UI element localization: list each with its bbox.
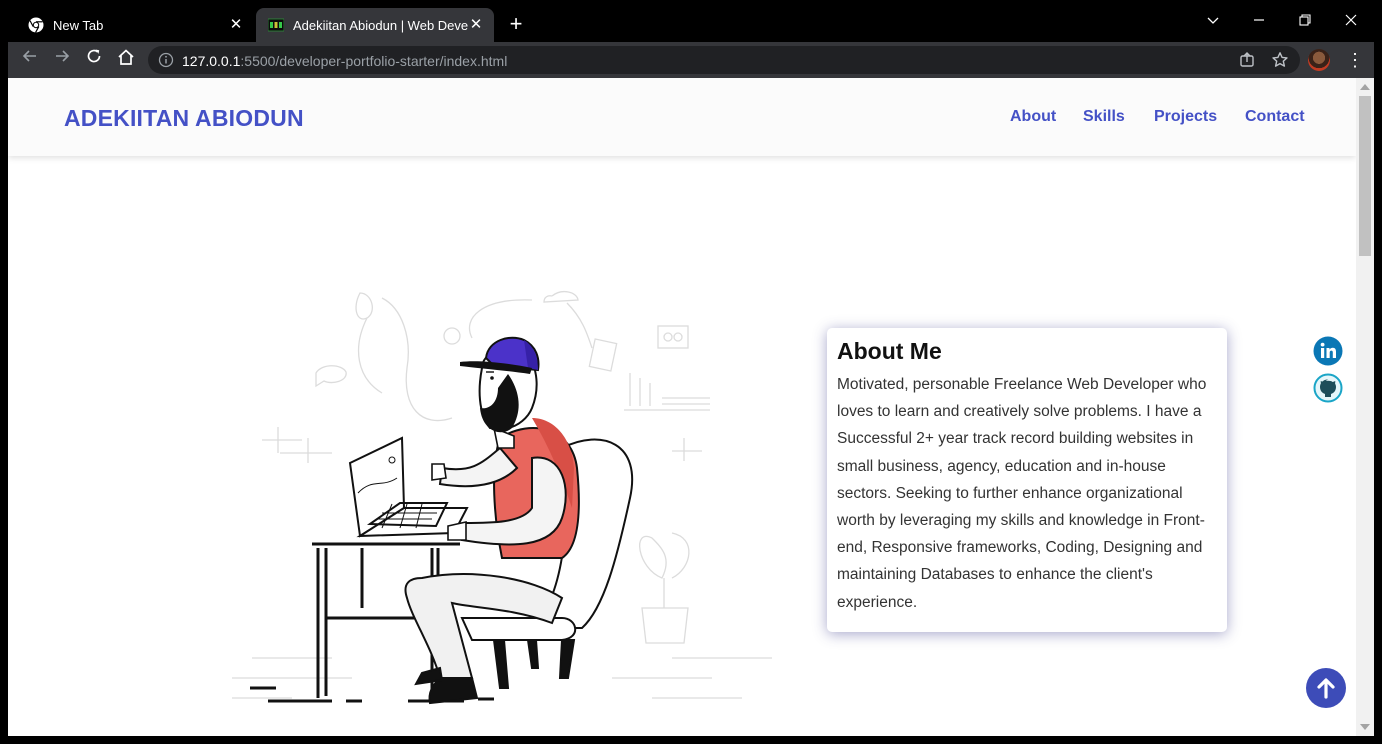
- back-to-top-button[interactable]: [1306, 668, 1346, 708]
- url-path: :5500/developer-portfolio-starter/index.…: [240, 53, 508, 69]
- nav-about[interactable]: About: [1010, 108, 1056, 126]
- browser-titlebar: New Tab ✕ Adekiitan Abiodun | Web Develo…: [0, 0, 1382, 42]
- site-header: ADEKIITAN ABIODUN About Skills Projects …: [8, 78, 1356, 156]
- url-text: 127.0.0.1:5500/developer-portfolio-start…: [182, 53, 507, 69]
- reload-icon[interactable]: [82, 48, 106, 72]
- menu-kebab-icon[interactable]: ⋮: [1346, 48, 1364, 72]
- profile-avatar[interactable]: [1308, 49, 1330, 71]
- chrome-icon: [28, 17, 44, 33]
- forward-icon[interactable]: [50, 48, 74, 72]
- bookmark-star-icon[interactable]: [1271, 51, 1289, 69]
- site-logo[interactable]: ADEKIITAN ABIODUN: [64, 105, 304, 132]
- tab-portfolio[interactable]: Adekiitan Abiodun | Web Develop ✕: [256, 8, 494, 42]
- url-host: 127.0.0.1: [182, 53, 241, 69]
- github-icon[interactable]: [1313, 373, 1343, 403]
- home-icon[interactable]: [114, 48, 138, 72]
- about-card: About Me Motivated, personable Freelance…: [827, 328, 1227, 632]
- new-tab-button[interactable]: +: [506, 13, 526, 35]
- info-icon[interactable]: [158, 52, 174, 68]
- scroll-down-icon[interactable]: [1360, 724, 1370, 730]
- minimize-icon[interactable]: [1247, 10, 1271, 34]
- linkedin-icon[interactable]: [1313, 336, 1343, 366]
- nav-contact[interactable]: Contact: [1245, 108, 1305, 126]
- nav-projects[interactable]: Projects: [1154, 108, 1217, 126]
- address-bar[interactable]: 127.0.0.1:5500/developer-portfolio-start…: [148, 46, 1300, 74]
- window-frame: [1374, 42, 1382, 744]
- close-icon[interactable]: ✕: [228, 17, 244, 33]
- scroll-up-icon[interactable]: [1360, 84, 1370, 90]
- restore-icon[interactable]: [1293, 10, 1317, 34]
- arrow-up-icon: [1317, 678, 1335, 699]
- share-icon[interactable]: [1238, 51, 1256, 69]
- site-favicon: [268, 18, 284, 32]
- window-close-icon[interactable]: [1339, 10, 1363, 34]
- tab-title: New Tab: [53, 17, 104, 33]
- about-heading: About Me: [837, 338, 942, 364]
- page-scrollbar[interactable]: [1356, 78, 1374, 736]
- tab-search-icon[interactable]: [1201, 10, 1225, 34]
- scrollbar-thumb[interactable]: [1359, 96, 1371, 256]
- browser-toolbar: 127.0.0.1:5500/developer-portfolio-start…: [8, 42, 1374, 78]
- nav-skills[interactable]: Skills: [1083, 108, 1125, 126]
- close-icon[interactable]: ✕: [468, 17, 484, 33]
- developer-illustration: [232, 290, 772, 705]
- tab-new-tab[interactable]: New Tab ✕: [16, 8, 254, 42]
- tab-title: Adekiitan Abiodun | Web Develop: [293, 17, 468, 33]
- back-icon[interactable]: [18, 48, 42, 72]
- window-frame: [0, 736, 1382, 744]
- about-text: Motivated, personable Freelance Web Deve…: [837, 376, 1207, 611]
- page-viewport: ADEKIITAN ABIODUN About Skills Projects …: [8, 78, 1356, 736]
